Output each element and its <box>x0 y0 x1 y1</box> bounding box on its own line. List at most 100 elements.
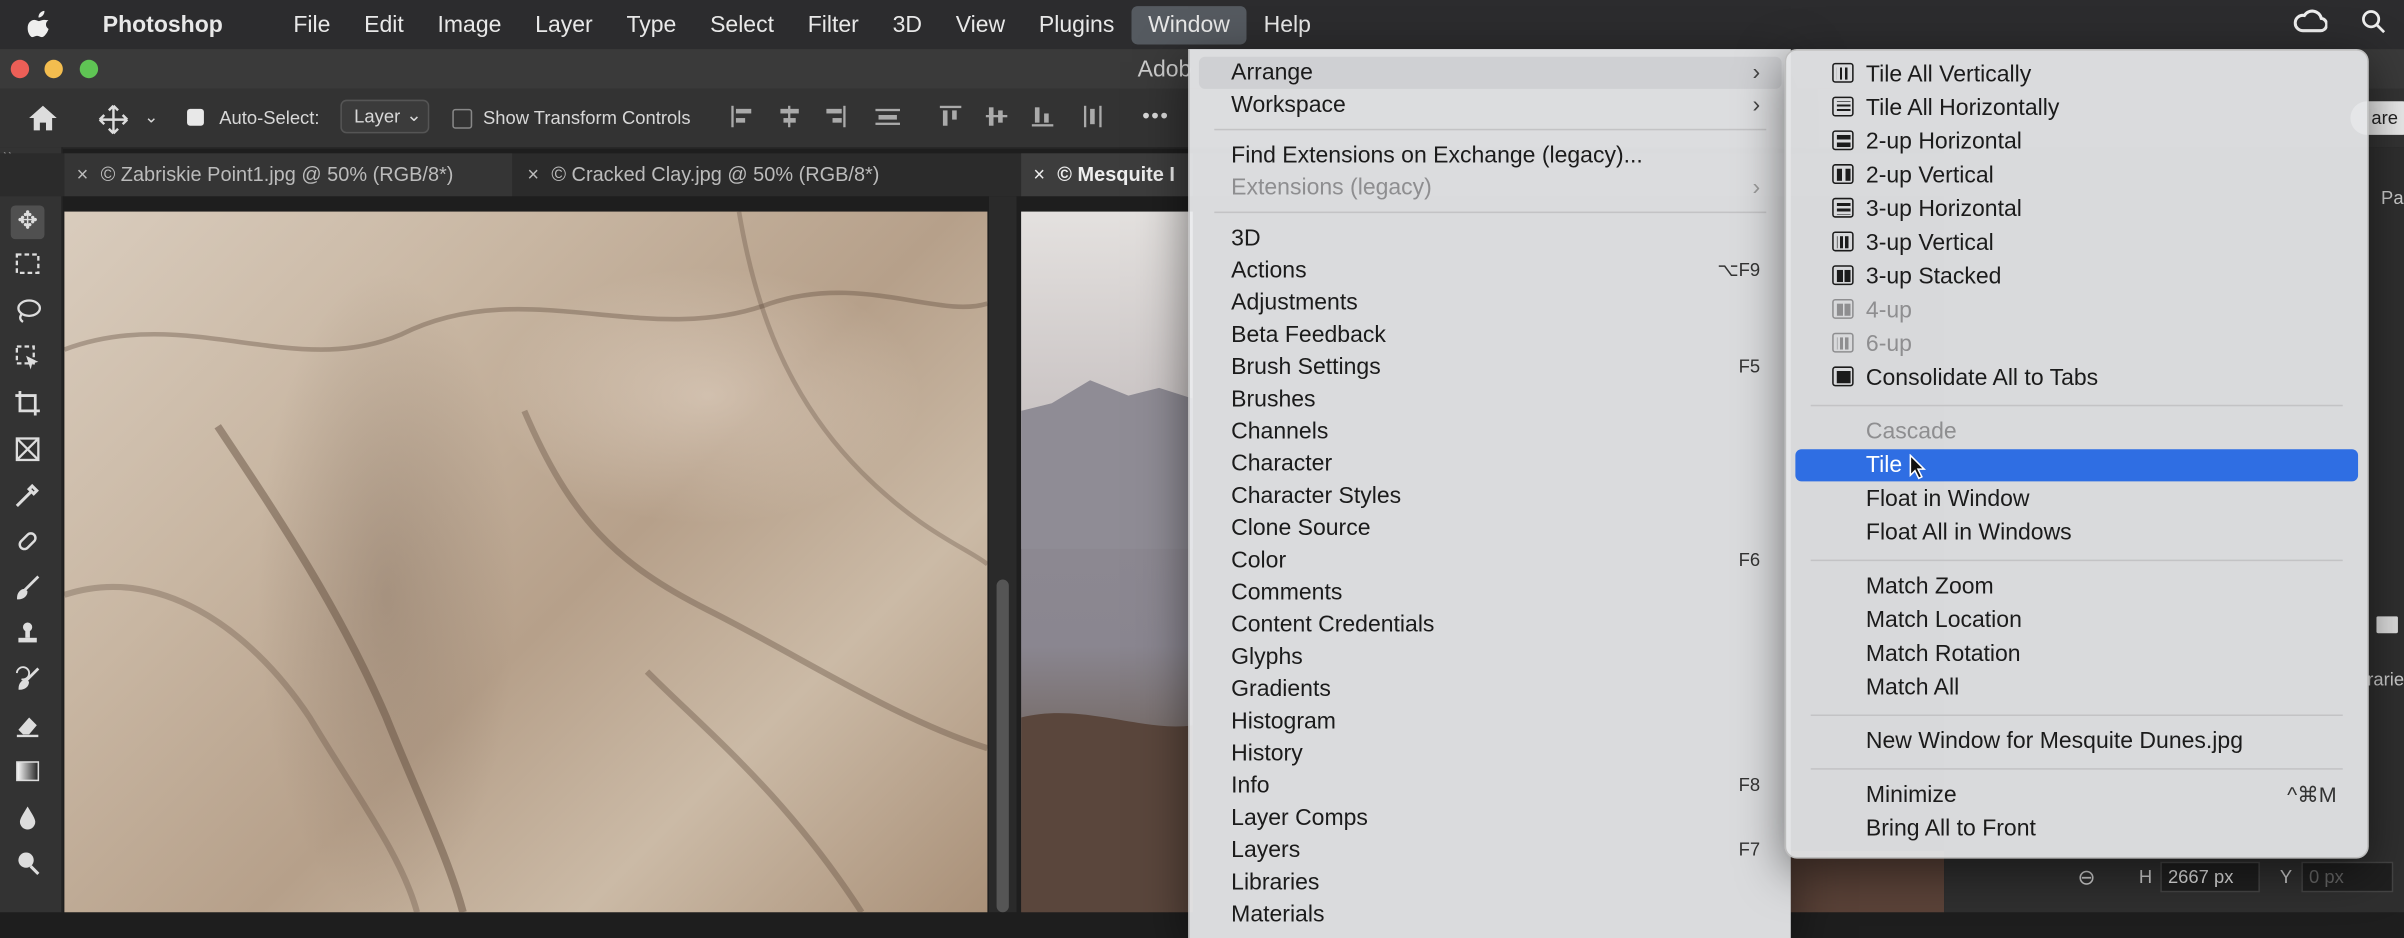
blur-tool-icon[interactable] <box>11 803 45 837</box>
tab-cracked-clay[interactable]: × © Cracked Clay.jpg @ 50% (RGB/8*) <box>515 153 975 196</box>
window-menu-item-info[interactable]: Info F8 <box>1199 770 1782 802</box>
y-field[interactable]: 0 px <box>2301 861 2394 893</box>
menu-window[interactable]: Window <box>1131 5 1247 44</box>
arrange-item-float-all-in-windows[interactable]: Float All in Windows <box>1795 517 2358 549</box>
menu-layer[interactable]: Layer <box>518 5 609 43</box>
eraser-tool-icon[interactable] <box>11 711 45 745</box>
menu-image[interactable]: Image <box>421 5 519 43</box>
arrange-item-tile-all-horizontally[interactable]: Tile All Horizontally <box>1795 92 2358 124</box>
arrange-item-2-up-vertical[interactable]: 2-up Vertical <box>1795 159 2358 191</box>
close-tab-icon[interactable]: × <box>1033 163 1045 186</box>
menu-help[interactable]: Help <box>1247 5 1328 43</box>
menu-view[interactable]: View <box>939 5 1022 43</box>
crop-tool-icon[interactable] <box>11 389 45 423</box>
window-menu-item-materials[interactable]: Materials <box>1199 898 1782 930</box>
arrange-item-3-up-vertical[interactable]: 3-up Vertical <box>1795 227 2358 259</box>
menu-select[interactable]: Select <box>693 5 791 43</box>
distribute-icon[interactable] <box>874 104 902 133</box>
window-menu-item-gradients[interactable]: Gradients <box>1199 673 1782 705</box>
window-menu-item-content-credentials[interactable]: Content Credentials <box>1199 609 1782 641</box>
link-icon[interactable]: ⊖ <box>2077 865 2095 891</box>
window-menu-item-glyphs[interactable]: Glyphs <box>1199 641 1782 673</box>
menu-edit[interactable]: Edit <box>347 5 420 43</box>
lasso-tool-icon[interactable] <box>11 297 45 331</box>
panel-tab-fragment[interactable]: Pa <box>2381 187 2404 208</box>
arrange-item-match-rotation[interactable]: Match Rotation <box>1795 638 2358 670</box>
window-menu-item-layer-comps[interactable]: Layer Comps <box>1199 802 1782 834</box>
window-menu-item-character[interactable]: Character <box>1199 448 1782 480</box>
window-menu-item-libraries[interactable]: Libraries <box>1199 866 1782 898</box>
arrange-item-tile[interactable]: Tile <box>1795 449 2359 482</box>
window-menu-item-beta-feedback[interactable]: Beta Feedback <box>1199 319 1782 351</box>
window-menu-item-history[interactable]: History <box>1199 737 1782 769</box>
dodge-tool-icon[interactable] <box>11 849 45 883</box>
arrange-item-3-up-horizontal[interactable]: 3-up Horizontal <box>1795 193 2358 225</box>
menu-file[interactable]: File <box>276 5 347 43</box>
distribute-vertical-icon[interactable] <box>1081 104 1106 133</box>
folder-icon[interactable] <box>2376 616 2398 634</box>
window-menu-item-actions[interactable]: Actions ⌥F9 <box>1199 255 1782 287</box>
arrange-item-tile-all-vertically[interactable]: Tile All Vertically <box>1795 58 2358 90</box>
window-menu-item-adjustments[interactable]: Adjustments <box>1199 287 1782 319</box>
minimize-window-button[interactable] <box>44 59 63 79</box>
history-brush-tool-icon[interactable] <box>11 665 45 699</box>
show-transform-checkbox[interactable] <box>452 108 473 129</box>
vertical-scrollbar[interactable] <box>988 196 1017 913</box>
move-tool-icon[interactable] <box>98 104 129 139</box>
height-field[interactable]: 2667 px <box>2160 861 2260 893</box>
spotlight-search-icon[interactable] <box>2361 9 2386 40</box>
window-menu-item-comments[interactable]: Comments <box>1199 576 1782 608</box>
window-menu-item-histogram[interactable]: Histogram <box>1199 705 1782 737</box>
window-menu-item-brushes[interactable]: Brushes <box>1199 383 1782 415</box>
window-menu-item-channels[interactable]: Channels <box>1199 415 1782 447</box>
window-menu-item-workspace[interactable]: Workspace › <box>1199 89 1782 121</box>
arrange-item-3-up-stacked[interactable]: 3-up Stacked <box>1795 261 2358 293</box>
align-center-icon[interactable] <box>777 104 802 133</box>
close-tab-icon[interactable]: × <box>527 163 539 186</box>
tab-mesquite-dunes[interactable]: × © Mesquite I <box>1021 153 1193 197</box>
marquee-tool-icon[interactable] <box>11 251 45 285</box>
creative-cloud-icon[interactable] <box>2293 9 2329 40</box>
window-menu-item-color[interactable]: Color F6 <box>1199 544 1782 576</box>
window-menu-item-3d[interactable]: 3D <box>1199 222 1782 254</box>
arrange-item-match-zoom[interactable]: Match Zoom <box>1795 570 2358 602</box>
tool-preset-chevron-icon[interactable]: ⌄ <box>144 107 158 127</box>
close-tab-icon[interactable]: × <box>77 163 89 186</box>
align-right-icon[interactable] <box>823 104 848 133</box>
menu-app-photoshop[interactable]: Photoshop <box>86 5 240 43</box>
align-bottom-icon[interactable] <box>1030 104 1055 133</box>
scrollbar-thumb[interactable] <box>996 579 1009 913</box>
window-menu-item-clone-source[interactable]: Clone Source <box>1199 512 1782 544</box>
zoom-window-button[interactable] <box>79 59 99 79</box>
apple-logo-icon[interactable] <box>27 10 53 39</box>
arrange-item-bring-all-to-front[interactable]: Bring All to Front <box>1795 813 2358 845</box>
window-menu-item-character-styles[interactable]: Character Styles <box>1199 480 1782 512</box>
mesquite-dunes-canvas[interactable] <box>1021 211 1193 913</box>
menu-plugins[interactable]: Plugins <box>1022 5 1131 43</box>
object-selection-tool-icon[interactable] <box>11 343 45 377</box>
window-menu-item-find-extensions-on-exchange-legacy[interactable]: Find Extensions on Exchange (legacy)... <box>1199 140 1782 172</box>
clone-stamp-tool-icon[interactable] <box>11 619 45 653</box>
frame-tool-icon[interactable] <box>11 435 45 469</box>
close-window-button[interactable] <box>10 59 30 79</box>
arrange-item-float-in-window[interactable]: Float in Window <box>1795 483 2358 515</box>
arrange-item-match-all[interactable]: Match All <box>1795 672 2358 704</box>
window-menu-item-layers[interactable]: Layers F7 <box>1199 834 1782 866</box>
healing-brush-tool-icon[interactable] <box>11 527 45 561</box>
align-left-icon[interactable] <box>730 104 755 133</box>
window-menu-item-brush-settings[interactable]: Brush Settings F5 <box>1199 351 1782 383</box>
eyedropper-tool-icon[interactable] <box>11 481 45 515</box>
menu-filter[interactable]: Filter <box>791 5 876 43</box>
more-options-button[interactable]: ••• <box>1142 103 1169 128</box>
auto-select-dropdown[interactable]: Layer ⌄ <box>340 99 430 134</box>
align-middle-icon[interactable] <box>984 104 1009 133</box>
align-top-icon[interactable] <box>938 104 963 133</box>
zabriskie-point-canvas[interactable] <box>64 211 988 913</box>
arrange-item-minimize[interactable]: Minimize ^⌘M <box>1795 779 2358 811</box>
brush-tool-icon[interactable] <box>11 573 45 607</box>
gradient-tool-icon[interactable] <box>11 757 45 791</box>
tab-zabriskie-point[interactable]: × © Zabriskie Point1.jpg @ 50% (RGB/8*) <box>64 153 513 197</box>
move-tool-icon[interactable]: ✥ <box>10 205 45 240</box>
menu-3d[interactable]: 3D <box>876 5 939 43</box>
menu-type[interactable]: Type <box>610 5 694 43</box>
